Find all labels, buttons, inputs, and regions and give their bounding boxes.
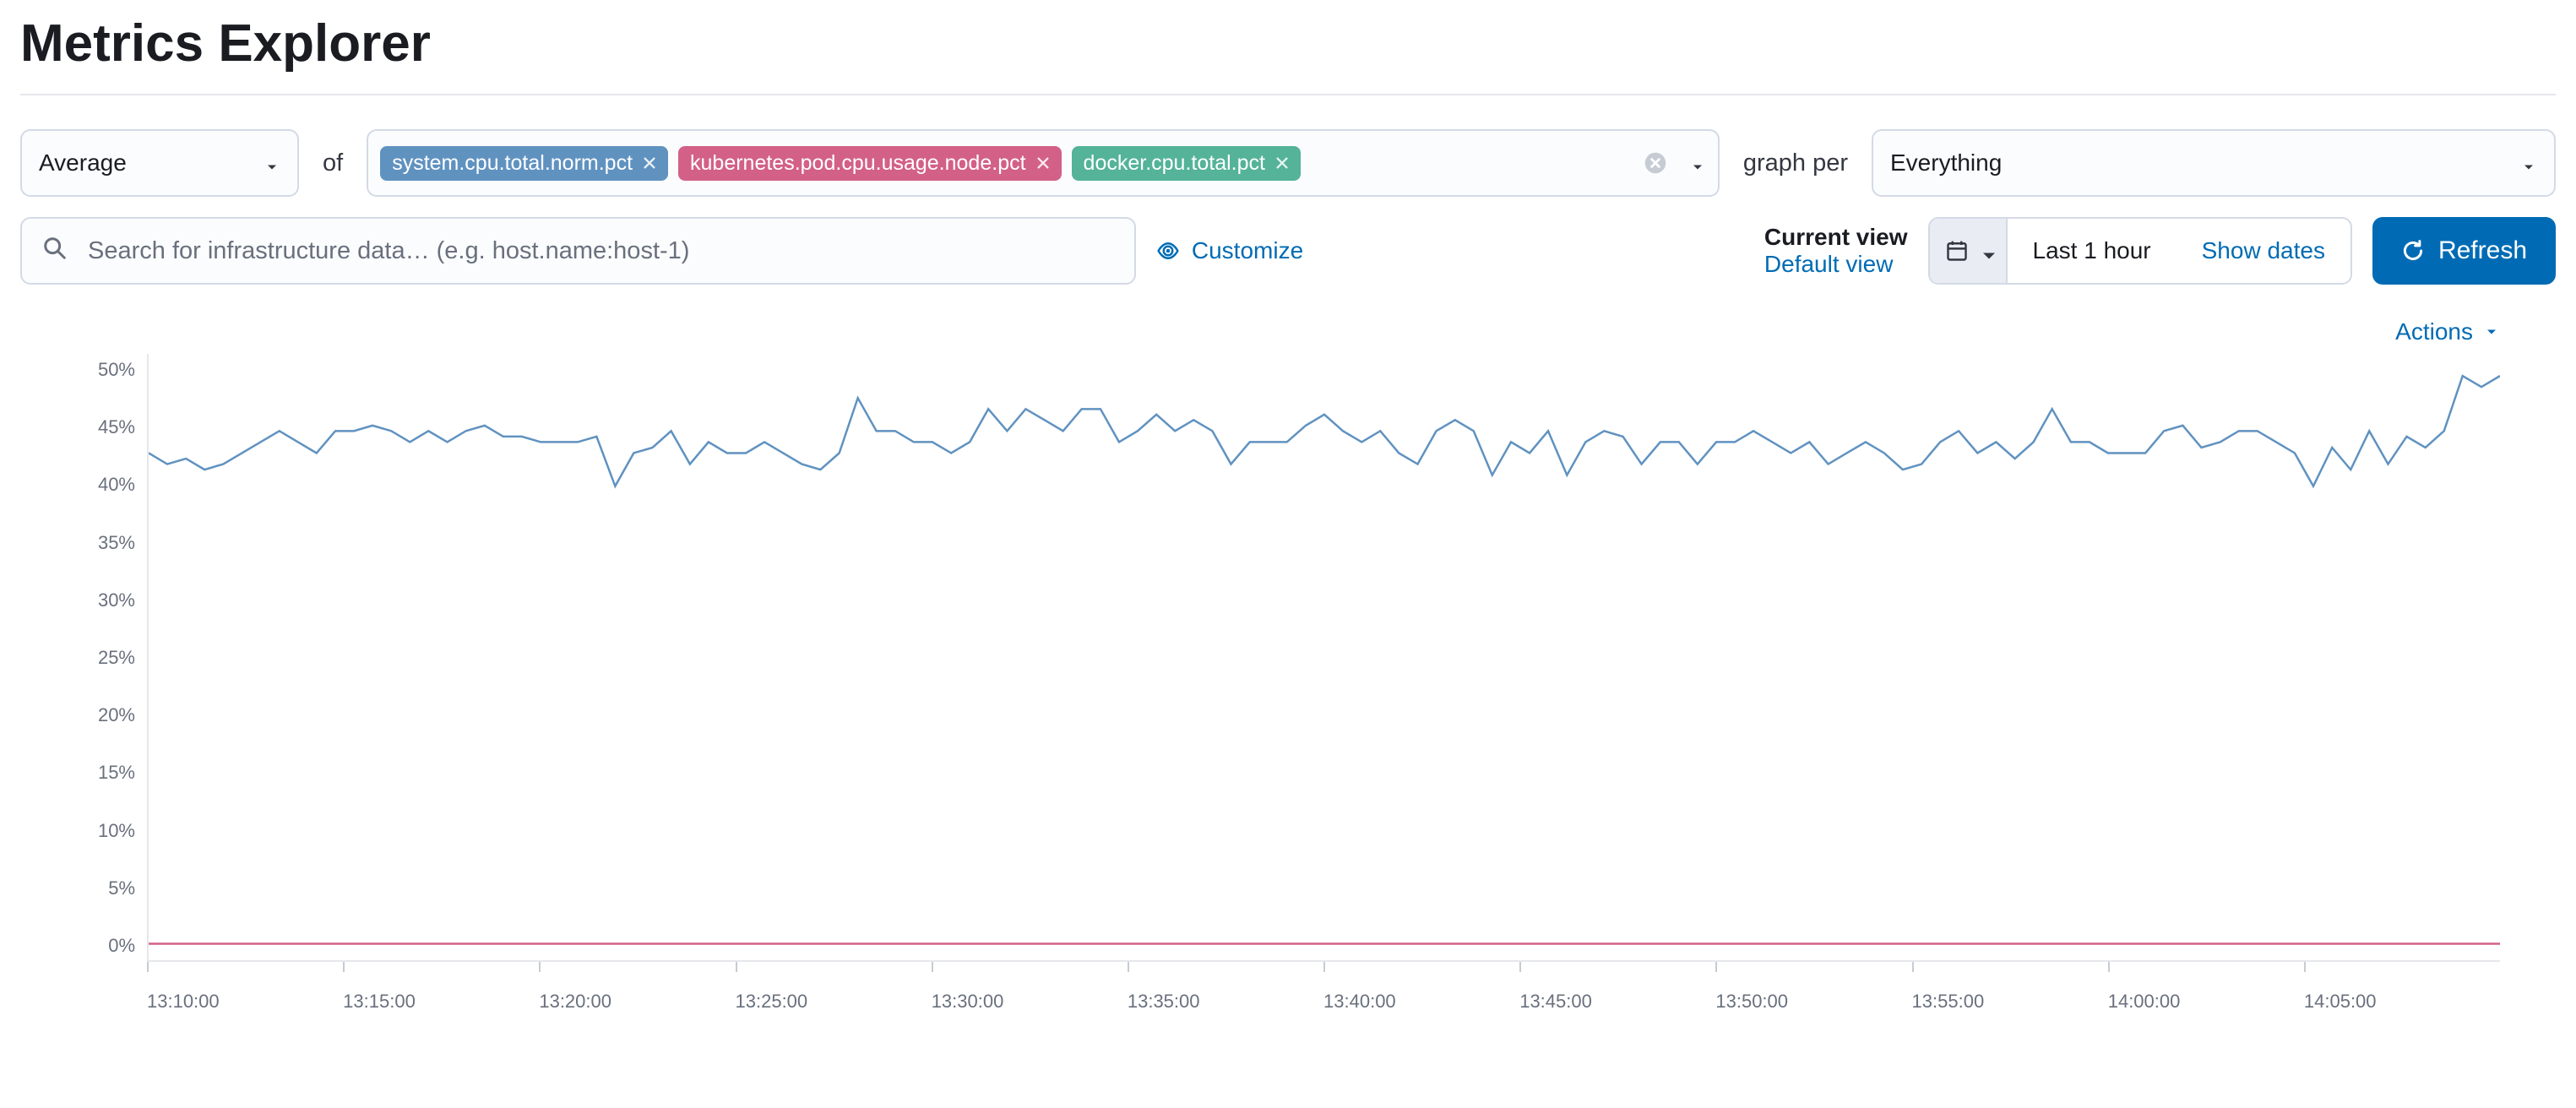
clear-metrics-button[interactable]	[1637, 151, 1674, 175]
x-tick-label: 13:20:00	[539, 991, 735, 1013]
metric-tag-label: kubernetes.pod.cpu.usage.node.pct	[690, 151, 1026, 176]
calendar-icon	[1945, 239, 1969, 263]
actions-menu-button[interactable]: Actions	[2395, 318, 2500, 345]
aggregation-value: Average	[39, 149, 264, 177]
y-tick-label: 5%	[20, 877, 135, 899]
chart-x-axis: 13:10:0013:15:0013:20:0013:25:0013:30:00…	[147, 962, 2500, 1013]
chevron-down-icon	[2483, 323, 2500, 340]
metric-tag-label: docker.cpu.total.pct	[1084, 151, 1265, 176]
customize-button[interactable]: Customize	[1156, 237, 1303, 264]
refresh-icon	[2401, 239, 2425, 263]
graph-per-select[interactable]: Everything	[1872, 129, 2556, 197]
of-label: of	[323, 149, 343, 177]
x-tick-label: 13:25:00	[736, 991, 932, 1013]
page-title: Metrics Explorer	[20, 14, 2556, 73]
y-tick-label: 40%	[20, 474, 135, 496]
search-icon	[42, 236, 68, 267]
date-picker[interactable]: Last 1 hour Show dates	[1928, 217, 2352, 285]
x-tick-label: 13:35:00	[1128, 991, 1323, 1013]
search-input-wrap[interactable]	[20, 217, 1136, 285]
time-range-label[interactable]: Last 1 hour	[2008, 219, 2177, 283]
chart-panel: Actions 50%45%40%35%30%25%20%15%10%5%0% …	[20, 318, 2556, 1013]
y-tick-label: 10%	[20, 820, 135, 842]
y-tick-label: 30%	[20, 589, 135, 611]
x-tick-label: 13:40:00	[1323, 991, 1519, 1013]
current-view-label: Current view	[1764, 224, 1908, 251]
y-tick-label: 35%	[20, 532, 135, 554]
calendar-button[interactable]	[1930, 219, 2008, 283]
x-tick-label: 13:15:00	[343, 991, 539, 1013]
graph-per-label: graph per	[1743, 149, 1848, 177]
chevron-down-icon	[2520, 155, 2537, 171]
x-tick-label: 13:10:00	[147, 991, 343, 1013]
metric-tag[interactable]: system.cpu.total.norm.pct	[380, 146, 668, 181]
chevron-down-icon	[264, 155, 280, 171]
metrics-input[interactable]: system.cpu.total.norm.pct kubernetes.pod.…	[367, 129, 1720, 197]
x-tick-label: 13:55:00	[1912, 991, 2108, 1013]
refresh-label: Refresh	[2438, 236, 2527, 265]
chevron-down-icon	[1689, 155, 1706, 171]
remove-tag-icon[interactable]	[1036, 156, 1050, 170]
x-tick-label: 14:00:00	[2108, 991, 2304, 1013]
y-tick-label: 25%	[20, 647, 135, 669]
y-tick-label: 0%	[20, 935, 135, 957]
current-view-block: Current view Default view	[1764, 224, 1908, 278]
default-view-link[interactable]: Default view	[1764, 251, 1908, 278]
aggregation-select[interactable]: Average	[20, 129, 299, 197]
query-row: Average of system.cpu.total.norm.pct kube…	[20, 129, 2556, 197]
x-tick-label: 13:50:00	[1715, 991, 1911, 1013]
refresh-button[interactable]: Refresh	[2372, 217, 2556, 285]
y-tick-label: 15%	[20, 762, 135, 784]
chart-plot[interactable]	[147, 354, 2500, 962]
chevron-down-icon	[1977, 244, 1991, 258]
x-tick-label: 13:30:00	[932, 991, 1128, 1013]
customize-label: Customize	[1192, 237, 1303, 264]
toolbar-row: Customize Current view Default view Last…	[20, 217, 2556, 285]
search-input[interactable]	[88, 237, 1114, 265]
series-line	[149, 376, 2500, 486]
show-dates-button[interactable]: Show dates	[2177, 219, 2350, 283]
remove-tag-icon[interactable]	[643, 156, 656, 170]
metric-tag-label: system.cpu.total.norm.pct	[392, 151, 633, 176]
remove-tag-icon[interactable]	[1275, 156, 1289, 170]
eye-icon	[1156, 239, 1180, 263]
graph-per-value: Everything	[1890, 149, 2520, 177]
actions-label: Actions	[2395, 318, 2473, 345]
metric-tag[interactable]: kubernetes.pod.cpu.usage.node.pct	[678, 146, 1062, 181]
y-tick-label: 20%	[20, 704, 135, 726]
x-tick-label: 13:45:00	[1519, 991, 1715, 1013]
chart-y-axis: 50% 45% 40% 35% 30% 25% 20% 15% 10% 5% 0%	[20, 354, 147, 962]
y-tick-label: 45%	[20, 416, 135, 438]
metric-tag[interactable]: docker.cpu.total.pct	[1072, 146, 1301, 181]
divider	[20, 94, 2556, 95]
x-tick-label: 14:05:00	[2304, 991, 2500, 1013]
y-tick-label: 50%	[20, 359, 135, 381]
